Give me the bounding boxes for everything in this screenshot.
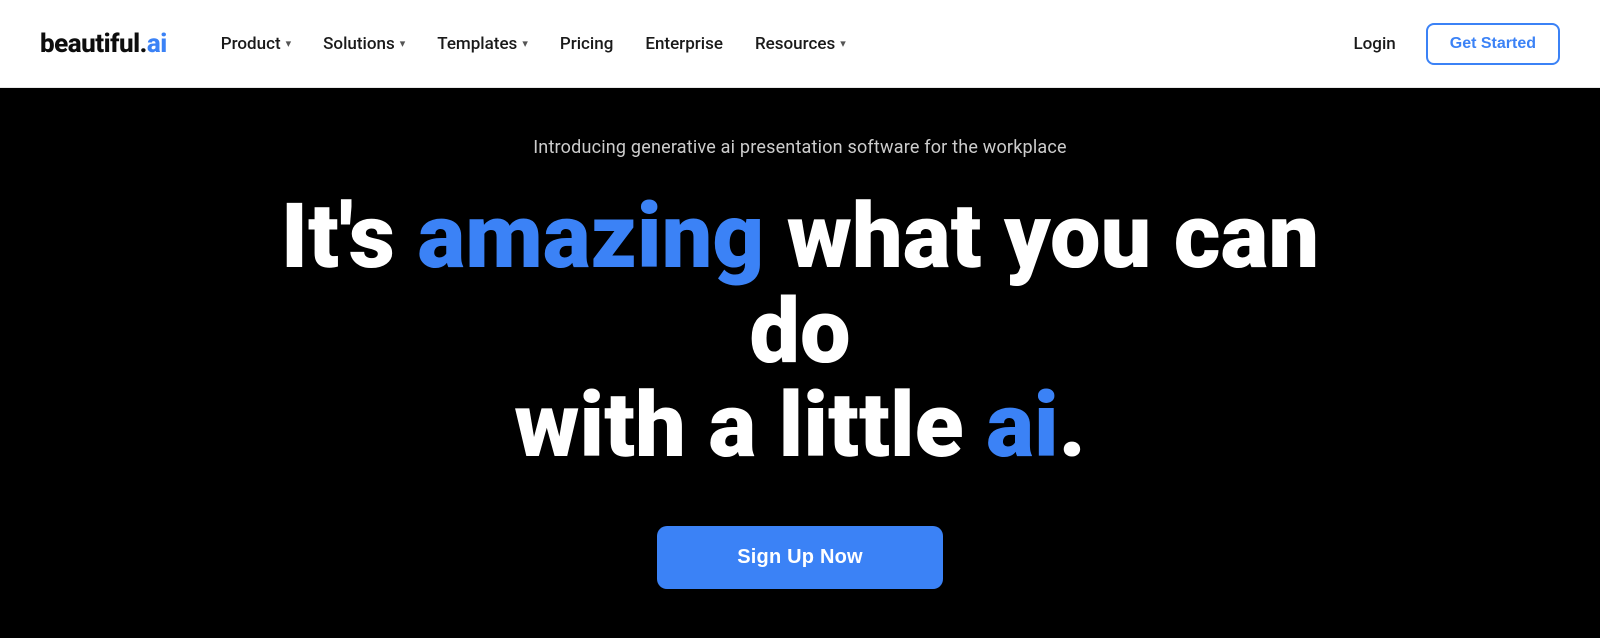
hero-title-highlight-amazing: amazing — [417, 184, 764, 289]
nav-item-templates[interactable]: Templates ▾ — [423, 26, 542, 62]
hero-subtitle: Introducing generative ai presentation s… — [533, 137, 1067, 158]
logo-ai: ai — [147, 29, 167, 59]
logo[interactable]: beautiful.ai — [40, 29, 167, 59]
logo-text-before: beautiful — [40, 29, 140, 59]
navbar-right: Login Get Started — [1339, 23, 1560, 65]
chevron-down-icon: ▾ — [400, 37, 406, 50]
hero-title-prefix-2: with a little — [514, 373, 986, 478]
chevron-down-icon: ▾ — [522, 37, 528, 50]
nav-item-resources[interactable]: Resources ▾ — [741, 26, 860, 62]
nav-item-solutions[interactable]: Solutions ▾ — [309, 26, 419, 62]
hero-title-suffix-1: what you can do — [749, 184, 1319, 384]
navbar-left: beautiful.ai Product ▾ Solutions ▾ Templ… — [40, 26, 860, 62]
nav-links: Product ▾ Solutions ▾ Templates ▾ Pricin… — [207, 26, 860, 62]
nav-item-product-label: Product — [221, 34, 281, 54]
login-button[interactable]: Login — [1339, 26, 1409, 62]
navbar: beautiful.ai Product ▾ Solutions ▾ Templ… — [0, 0, 1600, 88]
nav-item-solutions-label: Solutions — [323, 34, 395, 54]
hero-title-prefix-1: It's — [281, 184, 418, 289]
hero-section: Introducing generative ai presentation s… — [0, 88, 1600, 638]
hero-title: It's amazing what you can do with a litt… — [250, 190, 1350, 474]
nav-item-enterprise[interactable]: Enterprise — [631, 26, 737, 62]
hero-title-highlight-ai: ai — [986, 373, 1059, 478]
nav-item-resources-label: Resources — [755, 34, 835, 54]
chevron-down-icon: ▾ — [286, 37, 292, 50]
signup-button[interactable]: Sign Up Now — [657, 526, 943, 589]
nav-item-product[interactable]: Product ▾ — [207, 26, 305, 62]
logo-dot: . — [140, 29, 147, 59]
nav-item-templates-label: Templates — [437, 34, 517, 54]
nav-item-pricing[interactable]: Pricing — [546, 26, 628, 62]
get-started-button[interactable]: Get Started — [1426, 23, 1560, 65]
nav-item-enterprise-label: Enterprise — [645, 34, 723, 54]
hero-title-suffix-2: . — [1059, 373, 1086, 478]
chevron-down-icon: ▾ — [840, 37, 846, 50]
nav-item-pricing-label: Pricing — [560, 34, 614, 54]
